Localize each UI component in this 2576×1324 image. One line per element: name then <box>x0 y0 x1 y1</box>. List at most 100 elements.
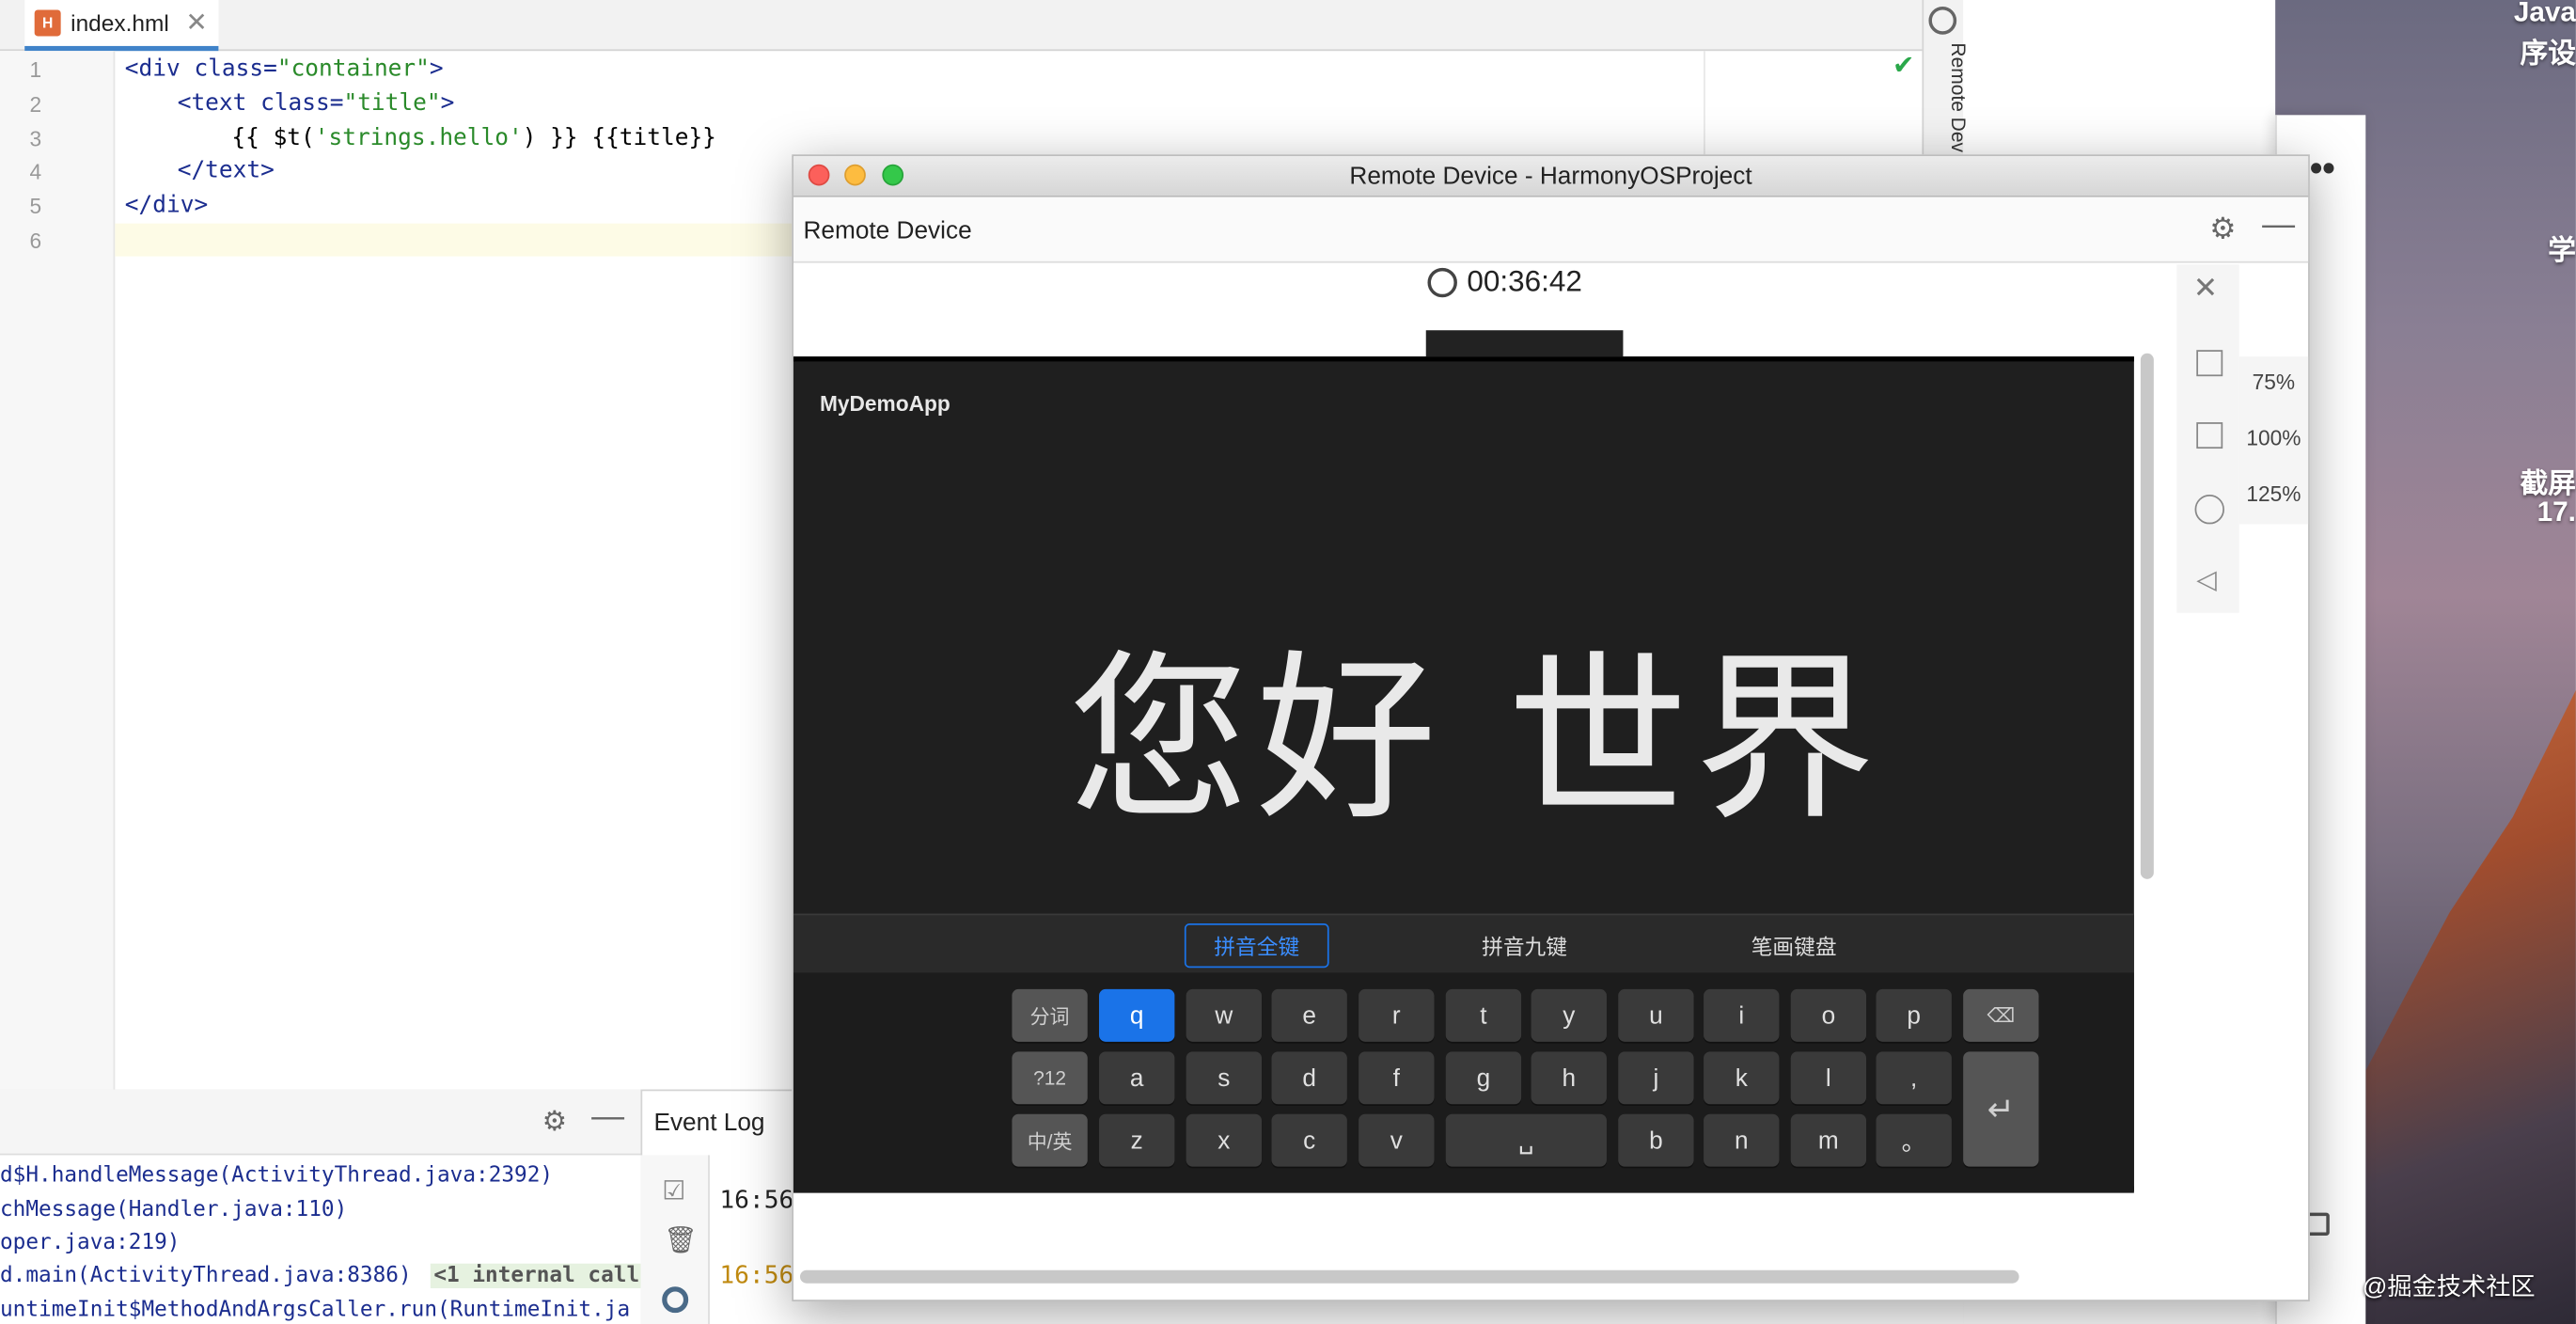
window-title: Remote Device - HarmonyOSProject <box>793 156 2309 197</box>
zoom-125[interactable]: 125% <box>2239 481 2308 506</box>
home-icon[interactable] <box>2194 494 2224 525</box>
code-line-3[interactable]: {{ $t('strings.hello') }} {{title}} <box>231 125 716 151</box>
actual-size-icon[interactable] <box>2196 422 2223 449</box>
enter-key[interactable]: ↵ <box>1963 1051 2039 1167</box>
key-q[interactable]: q <box>1099 988 1175 1042</box>
settings-icon[interactable]: ⚙ <box>2209 212 2236 246</box>
run-panel-header: ⚙ — <box>0 1089 641 1156</box>
event-log-title[interactable]: Event Log <box>640 1090 805 1156</box>
minimize-icon[interactable]: — <box>2262 207 2295 244</box>
tab-pinyin-nine[interactable]: 拼音九键 <box>1451 923 1598 968</box>
space-key[interactable]: ␣ <box>1445 1113 1607 1167</box>
key-o[interactable]: o <box>1790 988 1867 1042</box>
key-v[interactable]: v <box>1359 1113 1435 1167</box>
desktop-text-xue: 学 <box>2548 234 2576 267</box>
more-icon[interactable]: •• <box>2310 148 2335 190</box>
panel-label: Remote Device <box>803 216 972 245</box>
key-b[interactable]: b <box>1618 1113 1694 1167</box>
key-g[interactable]: g <box>1445 1051 1522 1105</box>
hml-file-icon: H <box>34 9 61 37</box>
line-number: 5 <box>29 194 42 219</box>
line-number: 4 <box>29 159 42 184</box>
key-a[interactable]: a <box>1099 1051 1175 1105</box>
current-line-highlight <box>115 223 806 257</box>
key-s[interactable]: s <box>1186 1051 1263 1105</box>
tab-stroke[interactable]: 笔画键盘 <box>1720 923 1868 968</box>
keyboard-mode-tabs: 拼音全键 拼音九键 笔画键盘 <box>793 913 2134 973</box>
back-icon[interactable]: ◁ <box>2196 563 2217 596</box>
fit-screen-icon[interactable] <box>2196 350 2223 377</box>
internal-call-link[interactable]: <1 internal call <box>430 1263 643 1288</box>
zoom-window-button[interactable] <box>882 164 904 186</box>
mark-read-icon[interactable]: ☑ <box>662 1174 685 1207</box>
log-line: oper.java:219) <box>0 1230 181 1256</box>
key-x[interactable]: x <box>1186 1113 1263 1167</box>
key-n[interactable]: n <box>1704 1113 1780 1167</box>
desktop-text-jieping: 截屏 <box>2520 468 2576 500</box>
code-line-1[interactable]: <div class="container"> <box>125 55 444 82</box>
key-j[interactable]: j <box>1618 1051 1694 1105</box>
key-c[interactable]: c <box>1271 1113 1347 1167</box>
key-r[interactable]: r <box>1359 988 1435 1042</box>
key-e[interactable]: e <box>1271 988 1347 1042</box>
key-f[interactable]: f <box>1359 1051 1435 1105</box>
close-window-button[interactable] <box>808 164 830 186</box>
trash-icon[interactable]: 🗑 <box>664 1224 697 1257</box>
tab-pinyin-full[interactable]: 拼音全键 <box>1184 923 1329 969</box>
settings-icon[interactable]: ⚙ <box>542 1106 568 1139</box>
desktop-text-xushe: 序设 <box>2520 38 2576 70</box>
remote-device-icon[interactable] <box>1928 6 1957 35</box>
remote-device-tool-label[interactable]: Remote Dev <box>1947 42 1970 152</box>
key-fenci[interactable]: 分词 <box>1012 988 1088 1042</box>
key-z[interactable]: z <box>1099 1113 1175 1167</box>
key-y[interactable]: y <box>1531 988 1607 1042</box>
timer-value: 00:36:42 <box>1467 264 1582 298</box>
key-w[interactable]: w <box>1186 988 1263 1042</box>
device-notch <box>1425 330 1624 357</box>
key-u[interactable]: u <box>1618 988 1694 1042</box>
session-timer: 00:36:42 <box>1427 264 1582 299</box>
settings-gear-icon[interactable] <box>662 1286 689 1314</box>
key-l[interactable]: l <box>1790 1051 1867 1105</box>
line-number: 1 <box>29 57 42 83</box>
log-line: chMessage(Handler.java:110) <box>0 1197 348 1223</box>
horizontal-scrollbar[interactable] <box>799 1269 2019 1284</box>
app-name: MyDemoApp <box>819 390 950 417</box>
desktop-text-java: Java <box>2513 0 2576 28</box>
log-line: d$H.handleMessage(ActivityThread.java:23… <box>0 1163 554 1189</box>
device-side-toolbar: ✕ ◁ <box>2176 264 2239 613</box>
key-d[interactable]: d <box>1271 1051 1347 1105</box>
key-period[interactable]: 。 <box>1876 1113 1952 1167</box>
key-numeric[interactable]: ?12 <box>1012 1051 1088 1105</box>
event-log-toolbar: ☑ 🗑 <box>640 1155 710 1324</box>
backspace-key[interactable]: ⌫ <box>1963 988 2039 1042</box>
code-line-4[interactable]: </text> <box>178 158 275 184</box>
code-line-2[interactable]: <text class="title"> <box>178 90 455 117</box>
key-h[interactable]: h <box>1531 1051 1607 1105</box>
code-line-5[interactable]: </div> <box>125 192 208 218</box>
zoom-100[interactable]: 100% <box>2239 426 2308 450</box>
soft-keyboard: 分词 q w e r t y u i o p ⌫ ?12 a s d f g h <box>793 972 2134 1193</box>
key-comma[interactable]: , <box>1876 1051 1952 1105</box>
key-i[interactable]: i <box>1704 988 1780 1042</box>
close-icon[interactable]: ✕ <box>185 7 207 39</box>
close-icon[interactable]: ✕ <box>2193 271 2218 306</box>
device-screen[interactable]: MyDemoApp 您好 世界 拼音全键 拼音九键 笔画键盘 分词 q w e … <box>793 356 2134 1193</box>
key-k[interactable]: k <box>1704 1051 1780 1105</box>
zoom-75[interactable]: 75% <box>2239 370 2308 394</box>
editor-tab-index-hml[interactable]: H index.hml ✕ <box>24 0 219 52</box>
key-p[interactable]: p <box>1876 988 1952 1042</box>
key-m[interactable]: m <box>1790 1113 1867 1167</box>
key-lang-switch[interactable]: 中/英 <box>1012 1113 1088 1167</box>
line-number: 2 <box>29 91 42 118</box>
minimize-icon[interactable]: — <box>591 1099 624 1137</box>
key-t[interactable]: t <box>1445 988 1522 1042</box>
editor-tab-bar <box>0 0 1923 52</box>
event-time: 16:56 <box>719 1260 794 1290</box>
vertical-scrollbar[interactable] <box>2140 353 2154 879</box>
remote-device-header: Remote Device ⚙ — <box>793 197 2309 263</box>
video-icon[interactable] <box>2306 1212 2330 1237</box>
log-line: d.main(ActivityThread.java:8386) <box>0 1263 412 1288</box>
minimize-window-button[interactable] <box>844 164 866 186</box>
log-line: untimeInit$MethodAndArgsCaller.run(Runti… <box>0 1298 631 1323</box>
